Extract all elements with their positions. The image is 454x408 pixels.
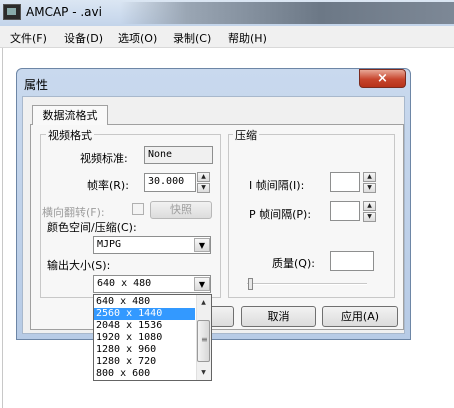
list-item[interactable]: 800 x 600 [94,368,195,380]
flip-label: 横向翻转(F): [42,206,105,219]
video-standard-field: None [144,146,213,164]
video-standard-label: 视频标准: [80,152,128,165]
snapshot-button[interactable]: 快照 [150,201,212,219]
menu-device[interactable]: 设备(D) [64,30,103,46]
close-icon[interactable]: × [359,69,406,88]
apply-button[interactable]: 应用(A) [322,306,398,327]
spin-up-icon[interactable]: ▲ [363,201,376,211]
p-frame-interval-input[interactable] [330,201,360,221]
menu-options[interactable]: 选项(O) [118,30,157,46]
title-bar-background [120,2,454,24]
flip-checkbox[interactable] [132,203,144,215]
spin-down-icon[interactable]: ▼ [363,183,376,193]
quality-slider-thumb[interactable] [248,278,253,290]
framerate-input[interactable]: 30.000 [144,173,196,192]
chevron-down-icon[interactable]: ▼ [194,277,210,291]
cancel-button[interactable]: 取消 [241,306,316,327]
quality-label: 质量(Q): [272,257,315,270]
i-frame-interval-input[interactable] [330,172,360,192]
list-item[interactable]: 2560 x 1440 [94,308,195,320]
tab-stream-format[interactable]: 数据流格式 [32,105,108,125]
window-border [2,48,3,408]
list-item[interactable]: 1280 x 960 [94,344,195,356]
spin-down-icon[interactable]: ▼ [363,212,376,222]
app-title: AMCAP - .avi [26,5,102,19]
menu-help[interactable]: 帮助(H) [228,30,267,46]
menu-file[interactable]: 文件(F) [10,30,47,46]
video-format-group-label: 视频格式 [46,127,94,143]
compression-group-label: 压缩 [233,127,259,143]
app-icon [3,4,21,20]
list-item[interactable]: 2048 x 1536 [94,320,195,332]
dialog-title: 属性 [24,78,49,92]
spin-up-icon[interactable]: ▲ [363,172,376,182]
quality-slider-track[interactable] [247,283,367,285]
p-frame-interval-label: P 帧间隔(P): [249,208,312,221]
chevron-down-icon[interactable]: ▼ [194,238,210,252]
quality-input[interactable] [330,251,374,271]
list-item[interactable]: 1280 x 720 [94,356,195,368]
framerate-label: 帧率(R): [87,179,129,192]
output-size-label: 输出大小(S): [47,259,111,272]
scroll-down-icon[interactable]: ▼ [196,366,211,380]
colorspace-label: 颜色空间/压缩(C): [47,221,137,234]
scroll-up-icon[interactable]: ▲ [196,296,211,310]
spin-up-icon[interactable]: ▲ [197,172,210,182]
scrollbar-thumb[interactable] [197,320,210,362]
i-frame-interval-label: I 帧间隔(I): [249,179,305,192]
spin-down-icon[interactable]: ▼ [197,183,210,193]
list-item[interactable]: 1920 x 1080 [94,332,195,344]
list-item[interactable]: 640 x 480 [94,296,195,308]
menu-capture[interactable]: 录制(C) [173,30,211,46]
